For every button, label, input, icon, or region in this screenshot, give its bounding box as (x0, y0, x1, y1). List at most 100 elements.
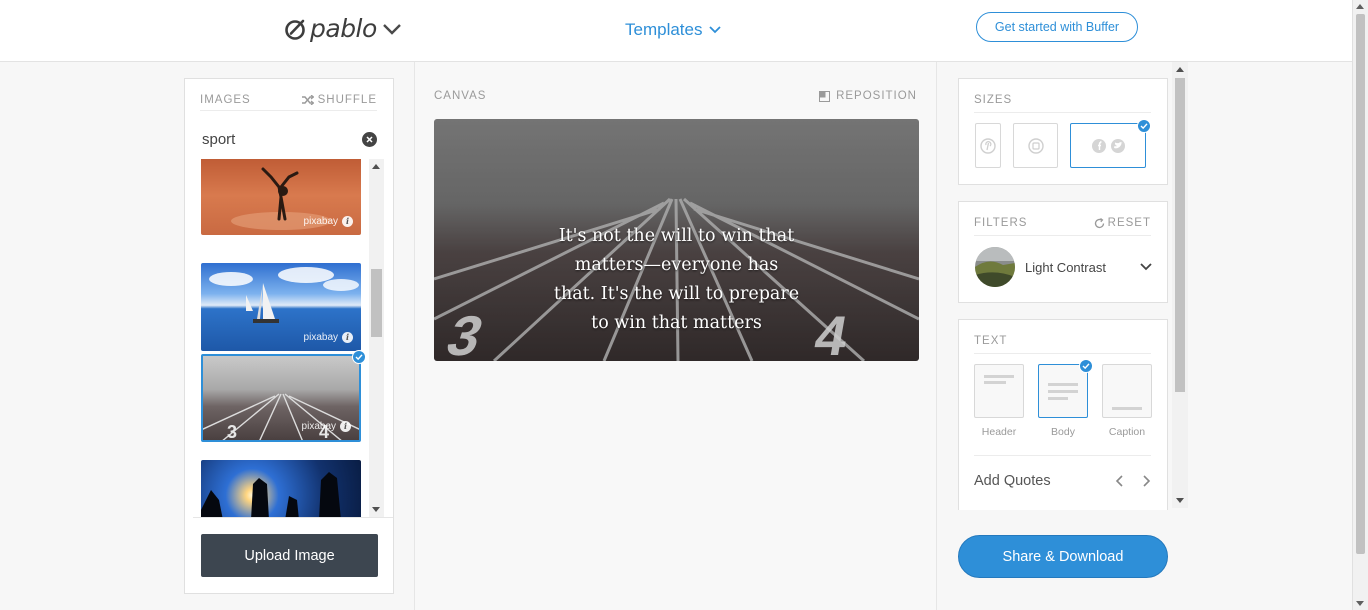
shuffle-button[interactable]: SHUFFLE (301, 93, 377, 106)
scroll-down-arrow-icon[interactable] (1176, 498, 1184, 503)
facebook-icon (1091, 138, 1106, 153)
top-bar: pablo Templates Get started with Buffer (0, 0, 1352, 62)
settings-sidebar: SIZES FILTERS RESET Light Contrast TEXT … (948, 62, 1188, 510)
images-panel: IMAGES SHUFFLE pixabay i (184, 78, 394, 594)
chevron-down-icon (382, 23, 401, 35)
reposition-button[interactable]: REPOSITION (819, 90, 917, 102)
body-style-line (1048, 383, 1078, 386)
pixabay-watermark: pixabay i (304, 216, 353, 227)
body-style-line (1048, 397, 1068, 400)
quote-line: that. It's the will to prepare (553, 284, 800, 304)
size-facebook-twitter[interactable] (1070, 123, 1146, 168)
scrollbar-thumb[interactable] (1175, 78, 1185, 392)
sizes-title: SIZES (974, 94, 1013, 106)
image-search-input[interactable] (202, 130, 342, 148)
text-style-body[interactable] (1038, 364, 1088, 418)
quote-text[interactable]: It's not the will to win that matters—ev… (434, 222, 919, 338)
image-result-silhouettes[interactable] (201, 460, 361, 517)
reset-label: RESET (1107, 217, 1151, 229)
pixabay-watermark: pixabay i (302, 421, 351, 432)
images-title: IMAGES (200, 93, 251, 106)
scroll-up-arrow-icon[interactable] (1176, 67, 1184, 72)
selected-check-icon (1137, 119, 1151, 133)
quote-line: to win that matters (591, 313, 762, 333)
filters-title: FILTERS (974, 217, 1028, 229)
svg-text:3: 3 (227, 422, 237, 442)
info-icon[interactable]: i (342, 332, 353, 343)
scroll-up-arrow-icon[interactable] (372, 164, 380, 169)
instagram-icon (1027, 137, 1044, 154)
templates-menu[interactable]: Templates (625, 20, 722, 40)
text-panel-header: TEXT (974, 332, 1151, 354)
selected-filter-name: Light Contrast (1025, 259, 1106, 275)
pinterest-icon (980, 137, 996, 154)
size-pinterest[interactable] (975, 123, 1001, 168)
shuffle-icon (301, 94, 314, 105)
reset-filters-button[interactable]: RESET (1094, 217, 1151, 229)
image-result-handstand[interactable]: pixabay i (201, 159, 361, 235)
filters-panel-header: FILTERS RESET (974, 214, 1151, 236)
design-canvas[interactable]: 3 4 It's not the will to win that matter… (434, 119, 919, 361)
sidebar-scrollbar[interactable] (1172, 62, 1188, 508)
canvas-panel-header: CANVAS REPOSITION (434, 90, 917, 102)
header-style-line (984, 381, 1006, 384)
image-list-scrollbar[interactable] (369, 159, 384, 517)
pixabay-watermark: pixabay i (304, 332, 353, 343)
chevron-down-icon (1140, 263, 1152, 271)
scrollbar-thumb[interactable] (1356, 14, 1365, 554)
body-style-line (1048, 390, 1078, 393)
text-style-header[interactable] (974, 364, 1024, 418)
text-panel: TEXT Header Body Caption Add Quotes (958, 319, 1168, 510)
chevron-right-icon[interactable] (1141, 474, 1151, 488)
quote-line: It's not the will to win that (558, 226, 795, 246)
reposition-label: REPOSITION (836, 90, 917, 102)
logo-text: pablo (310, 14, 377, 43)
watermark-text: pixabay (303, 332, 338, 343)
pablo-logo-icon (285, 19, 305, 40)
chevron-left-icon[interactable] (1115, 474, 1125, 488)
add-quotes-label[interactable]: Add Quotes (974, 473, 1051, 489)
get-started-button[interactable]: Get started with Buffer (976, 12, 1138, 42)
text-style-caption[interactable] (1102, 364, 1152, 418)
watermark-text: pixabay (301, 421, 336, 432)
caption-style-line (1112, 407, 1142, 410)
canvas-title: CANVAS (434, 90, 487, 102)
share-download-button[interactable]: Share & Download (958, 535, 1168, 578)
divider (193, 517, 393, 518)
reset-icon (1094, 217, 1104, 228)
filter-dropdown[interactable]: Light Contrast (975, 247, 1153, 287)
text-style-caption-label: Caption (1108, 426, 1146, 438)
scrollbar-thumb[interactable] (371, 269, 382, 337)
scroll-down-arrow-icon[interactable] (372, 507, 380, 512)
sizes-panel: SIZES (958, 78, 1168, 185)
filter-preview-thumbnail (975, 247, 1015, 287)
quote-line: matters—everyone has (574, 255, 779, 275)
page-scrollbar[interactable] (1352, 0, 1368, 610)
image-results-list: pixabay i pixabay i 3 4 pixabay i (201, 159, 361, 517)
image-search (202, 129, 377, 149)
canvas-panel: CANVAS REPOSITION 3 4 It's not the will … (414, 62, 937, 610)
scroll-down-arrow-icon[interactable] (1356, 601, 1364, 606)
image-result-sailboats[interactable]: pixabay i (201, 263, 361, 351)
shuffle-label: SHUFFLE (317, 93, 377, 106)
scroll-up-arrow-icon[interactable] (1356, 4, 1364, 9)
clear-search-button[interactable] (362, 131, 377, 147)
pablo-logo[interactable]: pablo (284, 14, 403, 43)
text-style-header-label: Header (981, 426, 1017, 438)
templates-label: Templates (625, 20, 703, 39)
add-quotes-row: Add Quotes (974, 455, 1151, 505)
size-instagram[interactable] (1013, 123, 1058, 168)
selected-check-icon (1079, 359, 1093, 373)
info-icon[interactable]: i (342, 216, 353, 227)
reposition-icon (819, 90, 831, 102)
upload-image-button[interactable]: Upload Image (201, 534, 378, 577)
twitter-icon (1110, 138, 1125, 153)
filter-preview-image (975, 247, 1015, 287)
image-result-running-track[interactable]: 3 4 pixabay i (201, 354, 361, 442)
images-panel-header: IMAGES SHUFFLE (200, 91, 377, 111)
watermark-text: pixabay (303, 216, 338, 227)
text-title: TEXT (974, 335, 1008, 347)
info-icon[interactable]: i (340, 421, 351, 432)
chevron-down-icon (709, 26, 722, 34)
text-style-body-label: Body (1051, 426, 1075, 438)
